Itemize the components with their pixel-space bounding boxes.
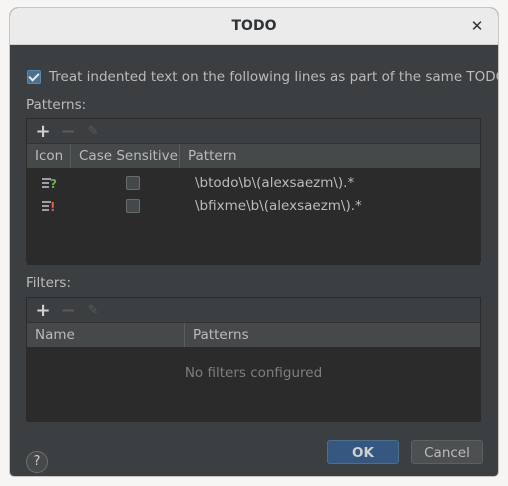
patterns-toolbar: + − ✎ bbox=[27, 119, 480, 144]
patterns-table-header: Icon Case Sensitive Pattern bbox=[27, 144, 480, 169]
pattern-text: \btodo\b\(alexsaezm\).* bbox=[195, 174, 355, 191]
treat-indented-option[interactable]: Treat indented text on the following lin… bbox=[27, 68, 498, 86]
table-row[interactable]: ! \bfixme\b\(alexsaezm\).* bbox=[27, 194, 480, 217]
dialog-content: Treat indented text on the following lin… bbox=[10, 45, 498, 476]
filters-panel: + − ✎ Name Patterns No filters configure… bbox=[26, 297, 481, 422]
table-row[interactable]: ? \btodo\b\(alexsaezm\).* bbox=[27, 171, 480, 194]
column-header-name[interactable]: Name bbox=[27, 323, 185, 347]
column-header-icon[interactable]: Icon bbox=[27, 144, 71, 168]
ok-button[interactable]: OK bbox=[327, 440, 399, 464]
todo-dialog: TODO ✕ Treat indented text on the follow… bbox=[10, 8, 498, 476]
title-bar: TODO ✕ bbox=[10, 8, 498, 45]
edit-filter-button[interactable]: ✎ bbox=[83, 300, 103, 320]
filters-table-header: Name Patterns bbox=[27, 323, 480, 348]
empty-state-text: No filters configured bbox=[184, 365, 323, 381]
todo-exclamation-icon: ! bbox=[41, 198, 57, 214]
patterns-table-body: ? \btodo\b\(alexsaezm\).* ! \bfixme\b\(a… bbox=[27, 169, 480, 265]
case-sensitive-checkbox[interactable] bbox=[126, 175, 140, 190]
filters-table-body: No filters configured bbox=[27, 348, 480, 422]
patterns-panel: + − ✎ Icon Case Sensitive Pattern ? \bto… bbox=[26, 118, 481, 265]
pattern-text: \bfixme\b\(alexsaezm\).* bbox=[195, 197, 362, 214]
close-icon[interactable]: ✕ bbox=[466, 15, 488, 37]
filters-toolbar: + − ✎ bbox=[27, 298, 480, 323]
filters-label: Filters: bbox=[26, 275, 72, 291]
treat-indented-label[interactable]: Treat indented text on the following lin… bbox=[49, 69, 498, 85]
treat-indented-checkbox[interactable] bbox=[27, 70, 41, 84]
patterns-label: Patterns: bbox=[26, 97, 87, 113]
edit-pattern-button[interactable]: ✎ bbox=[83, 121, 103, 141]
add-pattern-button[interactable]: + bbox=[33, 121, 53, 142]
remove-pattern-button[interactable]: − bbox=[58, 121, 78, 142]
remove-filter-button[interactable]: − bbox=[58, 300, 78, 321]
help-icon[interactable]: ? bbox=[26, 451, 48, 473]
column-header-pattern[interactable]: Pattern bbox=[180, 144, 480, 168]
todo-question-icon: ? bbox=[41, 175, 57, 191]
add-filter-button[interactable]: + bbox=[33, 300, 53, 321]
column-header-case-sensitive[interactable]: Case Sensitive bbox=[71, 144, 180, 168]
cancel-button[interactable]: Cancel bbox=[411, 440, 483, 464]
column-header-patterns[interactable]: Patterns bbox=[185, 323, 480, 347]
dialog-title: TODO bbox=[231, 18, 277, 34]
case-sensitive-checkbox[interactable] bbox=[126, 198, 140, 213]
